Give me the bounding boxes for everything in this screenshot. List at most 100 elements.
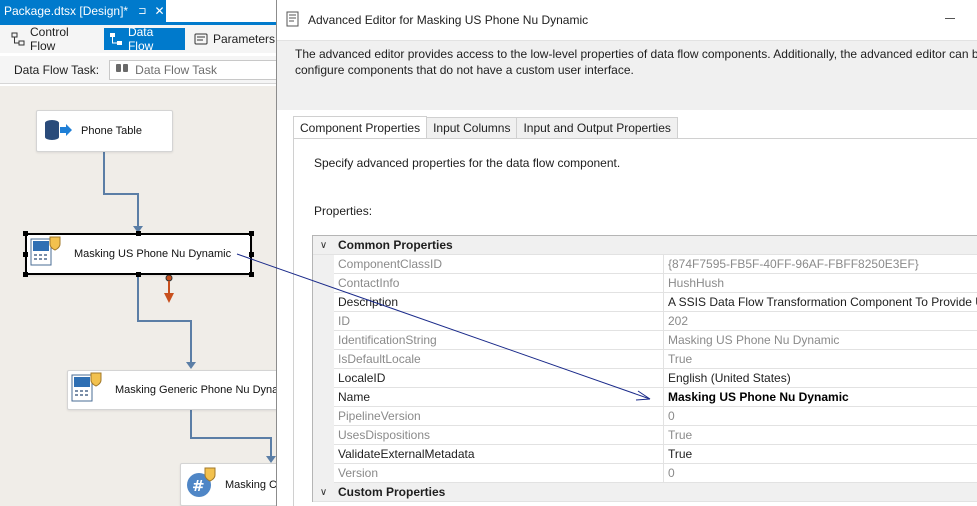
category-common-properties[interactable]: ∨ Common Properties: [313, 236, 977, 255]
row-gutter: [313, 330, 334, 350]
property-value: True: [668, 351, 693, 366]
property-row[interactable]: ID 202: [313, 311, 977, 331]
data-flow-canvas[interactable]: Phone Table Masking US Phone Nu Dynamic …: [0, 86, 280, 506]
row-gutter: [313, 406, 334, 426]
property-value: 202: [668, 313, 689, 328]
selection-handle[interactable]: [249, 231, 254, 236]
component-label: Masking US Phone Nu Dynamic: [74, 248, 232, 260]
dialog-title: Advanced Editor for Masking US Phone Nu …: [308, 13, 589, 27]
category-custom-properties[interactable]: ∨ Custom Properties: [313, 483, 977, 502]
property-value: {874F7595-FB5F-40FF-96AF-FBFF8250E3EF}: [668, 256, 919, 271]
data-flow-task-value: Data Flow Task: [135, 62, 217, 77]
data-flow-task-row: Data Flow Task: Data Flow Task: [0, 56, 280, 84]
property-value: True: [668, 427, 693, 442]
designer-tab-bar: Control Flow Data Flow Parameters: [0, 25, 280, 53]
component-label: Phone Table: [81, 125, 142, 137]
advanced-editor-icon: [286, 11, 300, 30]
path-masking-us-to-generic: [137, 274, 192, 364]
row-gutter: [313, 254, 334, 274]
tab-parameters-label: Parameters: [212, 32, 275, 46]
property-name: PipelineVersion: [334, 406, 664, 426]
properties-label: Properties:: [314, 204, 373, 218]
tab-data-flow-label: Data Flow: [127, 25, 154, 53]
error-output-arrowhead: [164, 293, 174, 303]
collapse-chevron-icon[interactable]: ∨: [313, 487, 334, 498]
property-grid[interactable]: ∨ Common Properties ComponentClassID {874…: [312, 235, 977, 502]
selection-handle[interactable]: [249, 252, 254, 257]
selection-handle[interactable]: [249, 272, 254, 277]
tab-control-flow[interactable]: Control Flow: [6, 25, 100, 53]
error-output-dot: [165, 274, 173, 282]
row-gutter: [313, 387, 334, 407]
property-row[interactable]: IdentificationString Masking US Phone Nu …: [313, 330, 977, 350]
component-masking-generic[interactable]: Masking Generic Phone Nu Dynam: [67, 370, 280, 410]
data-flow-task-select[interactable]: Data Flow Task: [109, 59, 280, 80]
selection-handle[interactable]: [23, 272, 28, 277]
path-phone-to-masking-us: [103, 152, 139, 228]
property-value: HushHush: [668, 275, 725, 290]
component-masking-us[interactable]: Masking US Phone Nu Dynamic: [25, 233, 252, 275]
property-row[interactable]: IsDefaultLocale True: [313, 349, 977, 369]
row-gutter: [313, 444, 334, 464]
property-name: Name: [334, 387, 664, 407]
row-gutter: [313, 292, 334, 312]
arrowhead-3: [266, 456, 276, 463]
arrowhead-2: [186, 362, 196, 369]
property-row[interactable]: ContactInfo HushHush: [313, 273, 977, 293]
tab-input-output-properties[interactable]: Input and Output Properties: [516, 117, 678, 138]
row-gutter: [313, 273, 334, 293]
pin-icon[interactable]: ⊐: [138, 6, 146, 17]
property-row[interactable]: PipelineVersion 0: [313, 406, 977, 426]
property-name: IsDefaultLocale: [334, 349, 664, 369]
masking-component-icon: [30, 236, 62, 273]
property-row[interactable]: Version 0: [313, 463, 977, 483]
component-label: Masking C: [225, 478, 277, 491]
property-name: ValidateExternalMetadata: [334, 444, 664, 464]
property-row[interactable]: ComponentClassID {874F7595-FB5F-40FF-96AF…: [313, 254, 977, 274]
property-name: Version: [334, 463, 664, 483]
data-flow-task-icon: [115, 62, 129, 77]
selection-handle[interactable]: [23, 231, 28, 236]
script-component-icon: #: [185, 467, 217, 502]
intro-line-2: configure components that do not have a …: [295, 63, 634, 77]
parameters-icon: [194, 32, 208, 46]
property-value[interactable]: True: [664, 445, 977, 464]
ado-source-icon: [43, 118, 73, 145]
document-tab[interactable]: Package.dtsx [Design]* ⊐ ✕: [0, 0, 166, 22]
property-name: UsesDispositions: [334, 425, 664, 445]
selection-handle[interactable]: [136, 272, 141, 277]
component-label: Masking Generic Phone Nu Dynam: [115, 384, 280, 396]
close-tab-icon[interactable]: ✕: [154, 4, 164, 18]
advanced-editor-dialog: Advanced Editor for Masking US Phone Nu …: [276, 0, 977, 506]
property-value[interactable]: Masking US Phone Nu Dynamic: [664, 388, 977, 407]
property-row[interactable]: LocaleID English (United States): [313, 368, 977, 388]
document-tab-label: Package.dtsx [Design]*: [4, 4, 129, 18]
property-row[interactable]: Description A SSIS Data Flow Transformati…: [313, 292, 977, 312]
dialog-titlebar[interactable]: Advanced Editor for Masking US Phone Nu …: [277, 0, 977, 40]
collapse-chevron-icon[interactable]: ∨: [313, 240, 334, 251]
selection-handle[interactable]: [136, 231, 141, 236]
property-value: Masking US Phone Nu Dynamic: [668, 332, 840, 347]
masking-component-icon: [71, 372, 103, 409]
tab-data-flow[interactable]: Data Flow: [103, 25, 185, 53]
minimize-button[interactable]: [945, 18, 955, 19]
property-name: ID: [334, 311, 664, 331]
property-name: ComponentClassID: [334, 254, 664, 274]
property-value: 0: [668, 465, 675, 480]
property-row[interactable]: UsesDispositions True: [313, 425, 977, 445]
row-gutter: [313, 349, 334, 369]
selection-handle[interactable]: [23, 252, 28, 257]
tab-component-properties[interactable]: Component Properties: [293, 116, 428, 139]
property-value[interactable]: A SSIS Data Flow Transformation Componen…: [664, 293, 977, 312]
component-masking-third[interactable]: # Masking C: [180, 463, 280, 506]
component-properties-panel: Specify advanced properties for the data…: [293, 138, 977, 506]
tab-parameters[interactable]: Parameters: [189, 28, 280, 50]
property-name: Description: [334, 292, 664, 312]
property-value[interactable]: English (United States): [664, 369, 977, 388]
property-row[interactable]: ValidateExternalMetadata True: [313, 444, 977, 464]
component-phone-table[interactable]: Phone Table: [36, 110, 173, 152]
data-flow-task-label: Data Flow Task:: [14, 62, 100, 77]
row-gutter: [313, 425, 334, 445]
property-row[interactable]: Name Masking US Phone Nu Dynamic: [313, 387, 977, 407]
tab-input-columns[interactable]: Input Columns: [426, 117, 518, 138]
